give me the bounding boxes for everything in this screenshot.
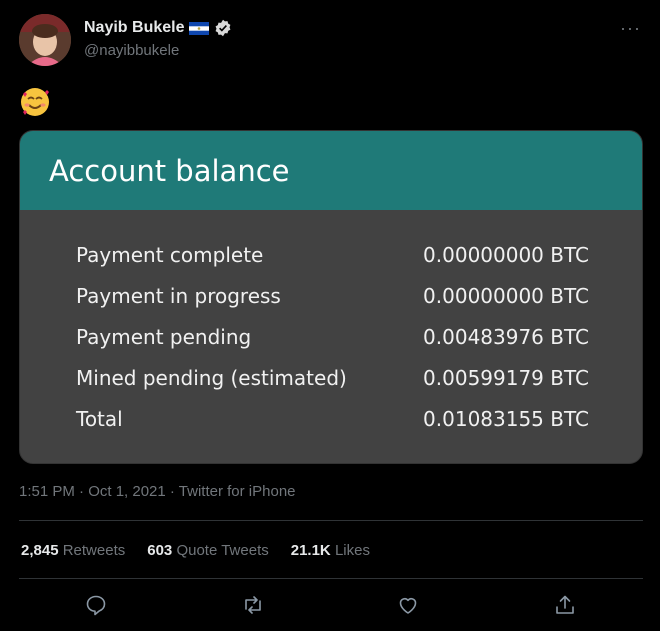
balance-label: Payment complete [76, 243, 264, 267]
retweet-icon[interactable] [241, 593, 265, 617]
balance-row: Mined pending (estimated) 0.00599179 BTC [20, 366, 642, 396]
balance-value: 0.00483976 BTC [423, 325, 589, 349]
reply-icon[interactable] [84, 593, 108, 617]
tweet-actions [0, 593, 660, 619]
balance-label: Mined pending (estimated) [76, 366, 347, 390]
likes-count: 21.1K [290, 542, 331, 559]
card-header: Account balance [20, 131, 642, 210]
share-icon[interactable] [553, 593, 577, 617]
quote-tweets-stat[interactable]: 603 Quote Tweets [147, 542, 268, 559]
balance-value: 0.00599179 BTC [423, 366, 589, 390]
quote-tweets-count: 603 [147, 542, 173, 559]
retweets-stat[interactable]: 2,845 Retweets [21, 542, 125, 559]
likes-stat[interactable]: 21.1K Likes [291, 542, 370, 559]
divider [19, 578, 643, 579]
balance-value: 0.00000000 BTC [423, 284, 589, 308]
balance-row: Payment in progress 0.00000000 BTC [20, 284, 642, 314]
tweet-timestamp[interactable]: 1:51 PM · Oct 1, 2021 · Twitter for iPho… [19, 483, 296, 500]
verified-badge-icon [214, 19, 232, 37]
balance-row-total: Total 0.01083155 BTC [20, 407, 642, 437]
author-handle[interactable]: @nayibbukele [84, 42, 179, 59]
more-options-icon[interactable]: ··· [620, 18, 641, 39]
retweets-label: Retweets [62, 542, 126, 559]
retweets-count: 2,845 [21, 542, 59, 559]
likes-label: Likes [334, 542, 370, 559]
balance-value: 0.00000000 BTC [423, 243, 589, 267]
balance-label: Payment in progress [76, 284, 281, 308]
account-balance-card[interactable]: Account balance Payment complete 0.00000… [19, 130, 643, 464]
card-title: Account balance [49, 153, 290, 188]
balance-value: 0.01083155 BTC [423, 407, 589, 431]
divider [19, 520, 643, 521]
balance-label: Total [76, 407, 123, 431]
tweet-header: Nayib Bukele @nayibbukele ··· [19, 14, 643, 68]
smiling-face-with-hearts-icon [19, 86, 51, 118]
balance-row: Payment complete 0.00000000 BTC [20, 243, 642, 273]
like-icon[interactable] [396, 593, 420, 617]
balance-label: Payment pending [76, 325, 252, 349]
tweet-stats: 2,845 Retweets 603 Quote Tweets 21.1K Li… [21, 542, 370, 559]
author-name[interactable]: Nayib Bukele [84, 19, 184, 37]
avatar[interactable] [19, 14, 71, 66]
balance-row: Payment pending 0.00483976 BTC [20, 325, 642, 355]
quote-tweets-label: Quote Tweets [176, 542, 269, 559]
el-salvador-flag-icon [189, 21, 210, 35]
